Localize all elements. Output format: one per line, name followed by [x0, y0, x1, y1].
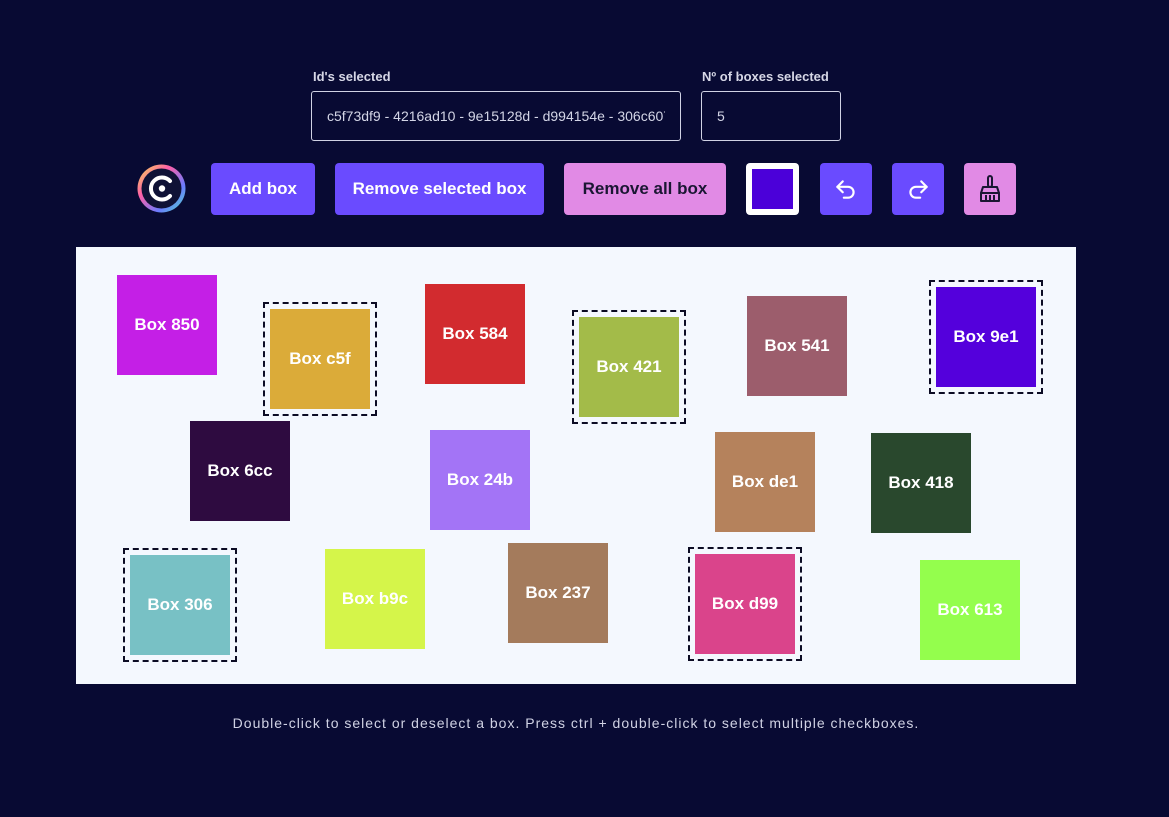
clear-button[interactable]: [964, 163, 1016, 215]
color-swatch-fill: [752, 169, 793, 209]
canvas-box[interactable]: Box 6cc: [190, 421, 290, 521]
canvas-box[interactable]: Box 24b: [430, 430, 530, 530]
remove-selected-box-button[interactable]: Remove selected box: [335, 163, 544, 215]
canvas-box[interactable]: Box 613: [920, 560, 1020, 660]
canvas-box[interactable]: Box 850: [117, 275, 217, 375]
canvas-box[interactable]: Box 237: [508, 543, 608, 643]
canvas-box[interactable]: Box de1: [715, 432, 815, 532]
redo-icon: [909, 180, 928, 199]
broom-icon: [980, 175, 1000, 202]
remove-all-box-button[interactable]: Remove all box: [564, 163, 726, 215]
color-picker-swatch[interactable]: [746, 163, 799, 215]
redo-button[interactable]: [892, 163, 944, 215]
canvas-box[interactable]: Box c5f: [270, 309, 370, 409]
box-canvas[interactable]: Box 850 Box c5f Box 584 Box 421 Box 541 Box 9…: [76, 247, 1076, 684]
ids-selected-input[interactable]: [311, 91, 681, 141]
undo-icon: [836, 180, 855, 199]
add-box-button[interactable]: Add box: [211, 163, 315, 215]
canvas-box[interactable]: Box 418: [871, 433, 971, 533]
canvas-box[interactable]: Box b9c: [325, 549, 425, 649]
ids-selected-label: Id's selected: [313, 69, 391, 84]
usage-hint: Double-click to select or deselect a box…: [232, 715, 920, 731]
canvas-box[interactable]: Box 421: [579, 317, 679, 417]
count-selected-label: Nº of boxes selected: [702, 69, 829, 84]
canvas-box[interactable]: Box d99: [695, 554, 795, 654]
box-selector-app: Id's selected Nº of boxes selected Add b…: [0, 0, 1169, 817]
count-selected-input[interactable]: [701, 91, 841, 141]
canvas-box[interactable]: Box 9e1: [936, 287, 1036, 387]
canvas-box[interactable]: Box 541: [747, 296, 847, 396]
app-logo-icon: [136, 163, 187, 214]
canvas-box[interactable]: Box 584: [425, 284, 525, 384]
undo-button[interactable]: [820, 163, 872, 215]
canvas-box[interactable]: Box 306: [130, 555, 230, 655]
